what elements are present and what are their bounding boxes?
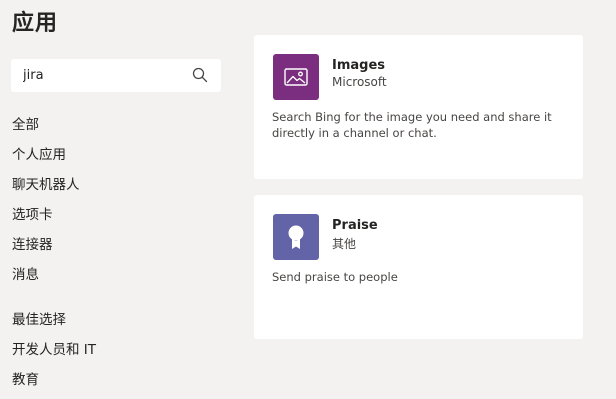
category-education[interactable]: 教育 [12, 369, 232, 399]
category-developer-it[interactable]: 开发人员和 IT [12, 339, 232, 369]
category-list: 全部 个人应用 聊天机器人 选项卡 连接器 消息 最佳选择 开发人员和 IT 教… [12, 114, 232, 399]
category-tabs[interactable]: 选项卡 [12, 204, 232, 234]
category-messaging[interactable]: 消息 [12, 264, 232, 294]
praise-badge-icon [288, 225, 304, 249]
app-card-praise[interactable]: Praise 其他 Send praise to people [254, 195, 583, 339]
category-connectors[interactable]: 连接器 [12, 234, 232, 264]
app-publisher: Microsoft [332, 75, 387, 89]
app-tile-praise [273, 214, 319, 260]
app-publisher: 其他 [332, 237, 357, 251]
app-description: Send praise to people [272, 270, 398, 284]
app-name: Praise [332, 218, 378, 233]
app-name: Images [332, 58, 386, 73]
app-card-images[interactable]: Images Microsoft Search Bing for the ima… [254, 35, 583, 179]
page-title: 应用 [12, 11, 59, 36]
search-input[interactable] [11, 59, 198, 92]
app-tile-images [273, 54, 319, 100]
category-personal-apps[interactable]: 个人应用 [12, 144, 232, 174]
search-icon[interactable] [192, 67, 208, 83]
category-top-picks[interactable]: 最佳选择 [12, 309, 232, 339]
category-all[interactable]: 全部 [12, 114, 232, 144]
category-bots[interactable]: 聊天机器人 [12, 174, 232, 204]
app-description: Search Bing for the image you need and s… [272, 110, 552, 140]
image-icon [284, 68, 308, 86]
search-box[interactable] [11, 59, 221, 92]
